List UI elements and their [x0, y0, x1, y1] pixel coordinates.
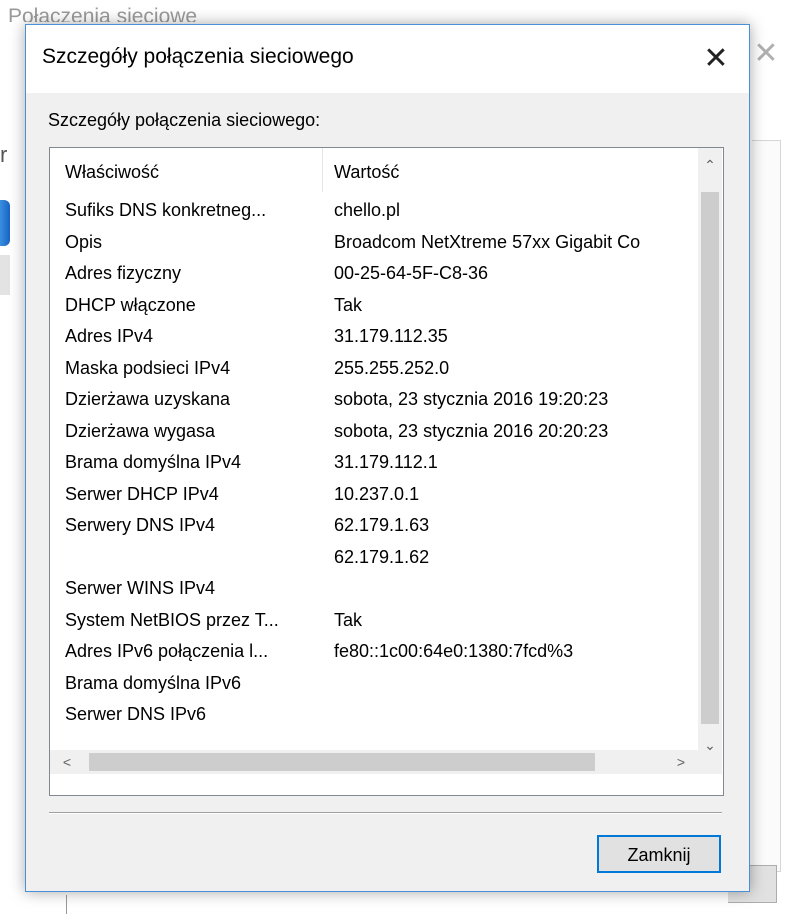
dialog-separator [49, 812, 722, 814]
list-item[interactable]: Adres fizyczny 00-25-64-5F-C8-36 [50, 258, 698, 290]
column-header-property[interactable]: Właściwość [65, 162, 159, 183]
value-cell: Tak [334, 609, 363, 630]
background-left-strip [0, 255, 10, 295]
property-cell: Serwer WINS IPv4 [65, 578, 216, 598]
property-cell: Brama domyślna IPv6 [65, 672, 242, 693]
property-cell: Sufiks DNS konkretneg... [65, 200, 267, 220]
list-item[interactable]: DHCP włączone Tak [50, 290, 698, 322]
list-item[interactable]: Serwer WINS IPv4 [50, 573, 698, 605]
property-cell: System NetBIOS przez T... [65, 609, 279, 630]
background-divider [66, 895, 67, 914]
dialog-titlebar[interactable]: Szczegóły połączenia sieciowego ✕ [26, 25, 749, 93]
horizontal-scrollbar[interactable]: < > [50, 750, 698, 774]
list-header: Właściwość Wartość [50, 148, 700, 192]
network-details-dialog: Szczegóły połączenia sieciowego ✕ Szczeg… [25, 24, 750, 892]
vertical-scroll-thumb[interactable] [701, 192, 719, 724]
list-item[interactable]: Brama domyślna IPv4 31.179.112.1 [50, 447, 698, 479]
vertical-scrollbar[interactable]: ⌃ ⌄ [698, 148, 722, 762]
details-list[interactable]: Właściwość Wartość Sufiks DNS konkretneg… [49, 147, 724, 796]
dialog-title: Szczegóły połączenia sieciowego [42, 45, 354, 68]
background-network-icon [0, 200, 10, 246]
value-cell: sobota, 23 stycznia 2016 20:20:23 [334, 420, 609, 441]
list-item[interactable]: Maska podsieci IPv4 255.255.252.0 [50, 353, 698, 385]
list-item[interactable]: Serwer DNS IPv6 [50, 699, 698, 731]
property-cell: Brama domyślna IPv4 [65, 452, 242, 472]
list-item[interactable]: Dzierżawa wygasa sobota, 23 stycznia 2016… [50, 416, 698, 448]
list-rows: Sufiks DNS konkretneg... chello.pl Opis Bro… [50, 195, 698, 750]
value-cell: 62.179.1.62 [334, 546, 430, 567]
column-divider[interactable] [322, 148, 323, 192]
scroll-up-icon[interactable]: ⌃ [698, 148, 722, 182]
value-cell: Broadcom NetXtreme 57xx Gigabit Co [334, 231, 641, 252]
close-icon[interactable]: ✕ [696, 39, 736, 79]
list-item[interactable]: System NetBIOS przez T... Tak [50, 605, 698, 637]
list-item[interactable]: Serwery DNS IPv4 62.179.1.63 [50, 510, 698, 542]
property-cell: Adres IPv4 [65, 326, 154, 346]
property-cell: Opis [65, 231, 103, 252]
value-cell: fe80::1c00:64e0:1380:7fcd%3 [334, 641, 574, 661]
list-item[interactable]: Dzierżawa uzyskana sobota, 23 stycznia 20… [50, 384, 698, 416]
property-cell: Dzierżawa wygasa [65, 420, 216, 441]
property-cell: DHCP włączone [65, 294, 196, 315]
value-cell: sobota, 23 stycznia 2016 19:20:23 [334, 389, 609, 409]
property-cell: Dzierżawa uzyskana [65, 389, 231, 409]
value-cell: 00-25-64-5F-C8-36 [334, 263, 489, 283]
list-item[interactable]: 62.179.1.62 [50, 542, 698, 574]
property-cell: Serwer DHCP IPv4 [65, 483, 219, 504]
list-item[interactable]: Sufiks DNS konkretneg... chello.pl [50, 195, 698, 227]
background-panel [752, 140, 781, 872]
value-cell: Tak [334, 294, 363, 315]
close-button[interactable]: Zamknij [597, 835, 721, 873]
property-cell: Serwery DNS IPv4 [65, 515, 216, 535]
scroll-corner [698, 750, 722, 774]
value-cell: 31.179.112.35 [334, 326, 448, 346]
background-close-icon[interactable]: ✕ [748, 36, 784, 72]
horizontal-scroll-thumb[interactable] [89, 753, 595, 771]
background-left-text: rg [0, 142, 8, 167]
list-item[interactable]: Opis Broadcom NetXtreme 57xx Gigabit Co [50, 227, 698, 259]
scroll-right-icon[interactable]: > [664, 750, 698, 774]
value-cell: 10.237.0.1 [334, 483, 420, 504]
property-cell: Maska podsieci IPv4 [65, 357, 231, 378]
details-group-label: Szczegóły połączenia sieciowego: [48, 110, 321, 130]
value-cell: 31.179.112.1 [334, 452, 438, 472]
value-cell: 62.179.1.63 [334, 515, 430, 535]
background-window-title: Połączenia sieciowe [8, 5, 198, 22]
property-cell: Adres fizyczny [65, 263, 182, 283]
list-item[interactable]: Adres IPv4 31.179.112.35 [50, 321, 698, 353]
value-cell: chello.pl [334, 200, 401, 220]
list-item[interactable]: Adres IPv6 połączenia l... fe80::1c00:64e… [50, 636, 698, 668]
column-header-value[interactable]: Wartość [334, 162, 399, 183]
property-cell: Adres IPv6 połączenia l... [65, 641, 269, 661]
list-item[interactable]: Serwer DHCP IPv4 10.237.0.1 [50, 479, 698, 511]
property-cell: Serwer DNS IPv6 [65, 704, 207, 724]
list-item[interactable]: Brama domyślna IPv6 [50, 668, 698, 700]
value-cell: 255.255.252.0 [334, 357, 450, 378]
scroll-left-icon[interactable]: < [50, 750, 84, 774]
